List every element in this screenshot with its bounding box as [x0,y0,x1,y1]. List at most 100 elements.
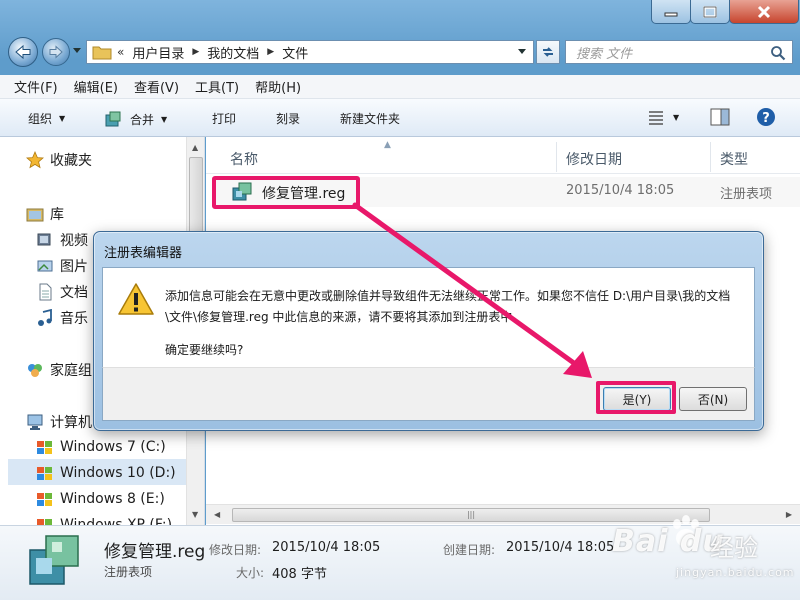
breadcrumb-item-my-documents[interactable]: 我的文档 [207,43,259,62]
nav-favorites-label: 收藏夹 [50,153,92,169]
watermark-url: jingyan.baidu.com [676,566,795,579]
preview-pane-button[interactable] [710,108,730,126]
scroll-left-icon[interactable]: ◀ [214,510,220,519]
close-icon [757,5,771,18]
forward-arrow-icon [49,45,63,59]
column-divider[interactable] [556,142,557,172]
search-placeholder: 搜索 文件 [576,46,633,62]
menu-view[interactable]: 查看(V) [134,77,179,96]
menu-bar: 文件(F) 编辑(E) 查看(V) 工具(T) 帮助(H) [0,75,800,99]
nav-drive-c-label: Windows 7 (C:) [60,439,166,455]
breadcrumb-separator-icon[interactable]: ▶ [192,47,199,57]
dialog-confirm-question: 确定要继续吗? [165,343,244,357]
address-bar[interactable]: « 用户目录 ▶ 我的文档 ▶ 文件 [86,40,534,64]
details-size-value: 408 字节 [272,567,327,582]
preview-pane-icon [710,108,730,126]
column-header: ▲ 名称 修改日期 类型 [206,140,800,174]
recent-pages-dropdown-icon[interactable] [72,47,82,55]
nav-drive-e[interactable]: Windows 8 (E:) [36,490,165,508]
menu-edit[interactable]: 编辑(E) [74,77,118,96]
yes-button-highlight-annotation [596,381,676,414]
print-button[interactable]: 打印 [212,110,236,127]
search-input[interactable]: 搜索 文件 [565,40,793,64]
nav-homegroup-label: 家庭组 [50,363,92,379]
document-icon [39,283,52,301]
view-list-icon [649,111,663,125]
nav-homegroup[interactable]: 家庭组 [26,360,92,380]
column-modified[interactable]: 修改日期 [566,149,622,169]
breadcrumb-item-user-dir[interactable]: 用户目录 [132,43,184,62]
breadcrumb-item-files[interactable]: 文件 [282,43,308,62]
nav-libraries-label: 库 [50,207,64,223]
menu-file[interactable]: 文件(F) [14,77,58,96]
new-folder-label: 新建文件夹 [340,112,401,126]
file-modified: 2015/10/4 18:05 [566,183,675,198]
dialog-title: 注册表编辑器 [104,246,183,261]
maximize-icon [703,5,717,18]
nav-drive-d[interactable]: Windows 10 (D:) [36,464,176,482]
help-icon: ? [757,108,775,126]
command-bar: 组织 ▼ 合并 ▼ 打印 刻录 新建文件夹 ▼ ? [0,99,800,137]
menu-help[interactable]: 帮助(H) [255,77,301,96]
nav-drive-c[interactable]: Windows 7 (C:) [36,438,166,456]
nav-drive-f[interactable]: Windows XP (F:) [36,516,172,525]
merge-label: 合并 [130,112,155,127]
burn-button[interactable]: 刻录 [276,110,300,127]
file-type: 注册表项 [720,187,773,202]
back-arrow-icon [15,44,31,60]
library-icon [26,208,44,222]
back-button[interactable] [8,37,38,67]
homegroup-icon [28,364,42,377]
column-type[interactable]: 类型 [720,149,748,169]
column-name[interactable]: 名称 [230,149,258,169]
column-divider[interactable] [710,142,711,172]
windows-drive-icon [37,519,52,525]
nav-pictures-label: 图片 [60,259,88,275]
close-button[interactable] [729,0,799,24]
address-dropdown-icon[interactable] [517,48,527,56]
nav-documents[interactable]: 文档 [36,282,88,302]
scroll-down-icon[interactable]: ▼ [192,510,198,519]
details-modified-label: 修改日期: [209,543,262,557]
file-highlight-annotation [212,176,360,209]
forward-button[interactable] [42,38,70,66]
nav-libraries[interactable]: 库 [26,204,64,224]
change-view-button[interactable]: ▼ [646,108,679,126]
help-button[interactable]: ? [756,107,776,127]
baidu-jingyan-watermark: Bai du 经验 jingyan.baidu.com [612,512,798,592]
picture-icon [37,260,53,272]
watermark-brand: Bai du [612,524,725,559]
watermark-product: 经验 [710,534,758,562]
nav-music[interactable]: 音乐 [36,308,88,328]
minimize-button[interactable] [651,0,691,24]
details-created-label: 创建日期: [443,543,496,557]
refresh-button[interactable] [536,40,560,64]
nav-drive-f-label: Windows XP (F:) [60,517,173,525]
maximize-button[interactable] [690,0,730,24]
scroll-up-icon[interactable]: ▲ [192,143,198,152]
video-icon [37,233,51,246]
burn-label: 刻录 [276,112,301,126]
nav-pictures[interactable]: 图片 [36,256,88,276]
warning-icon [118,283,154,315]
nav-favorites[interactable]: 收藏夹 [26,150,92,170]
breadcrumb-overflow[interactable]: « [117,45,124,59]
merge-button[interactable]: 合并 ▼ [104,110,167,128]
nav-computer[interactable]: 计算机 [26,412,92,432]
dialog-body: 添加信息可能会在无意中更改或删除值并导致组件无法继续正常工作。如果您不信任 D:… [102,267,755,367]
computer-icon [27,414,43,430]
breadcrumb-separator-icon[interactable]: ▶ [267,47,274,57]
nav-videos[interactable]: 视频 [36,230,88,250]
organize-button[interactable]: 组织 ▼ [28,110,65,127]
folder-icon [92,46,112,60]
new-folder-button[interactable]: 新建文件夹 [340,110,400,127]
no-button[interactable]: 否(N) [679,387,747,411]
details-created-value: 2015/10/4 18:05 [506,540,615,555]
search-icon[interactable] [770,45,786,61]
organize-label: 组织 [28,112,53,126]
nav-videos-label: 视频 [60,233,88,249]
menu-tools[interactable]: 工具(T) [195,77,239,96]
minimize-icon [664,12,678,16]
details-file-name: 修复管理.reg [104,542,206,562]
nav-computer-label: 计算机 [50,415,92,431]
